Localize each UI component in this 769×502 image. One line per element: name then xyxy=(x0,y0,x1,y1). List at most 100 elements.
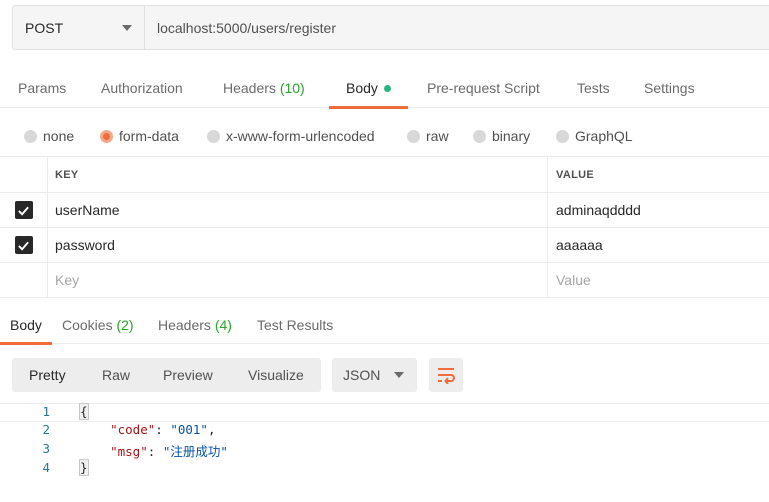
radio-binary[interactable]: binary xyxy=(473,118,530,154)
table-header-row: KEY VALUE xyxy=(0,157,769,193)
response-body-editor[interactable]: 1 { 2 "code": "001", 3 "msg": "注册成功" 4 } xyxy=(0,402,769,502)
radio-circle-icon xyxy=(473,129,486,143)
row-check-cell xyxy=(0,263,48,297)
json-close-brace: } xyxy=(79,459,89,476)
new-key-input[interactable]: Key xyxy=(48,263,548,297)
chevron-down-icon xyxy=(394,372,405,378)
format-label: JSON xyxy=(343,367,381,383)
body-indicator-dot-icon xyxy=(383,84,391,92)
row-checkbox[interactable] xyxy=(14,236,33,254)
checkmark-icon xyxy=(18,241,29,251)
tab-body[interactable]: Body xyxy=(329,68,408,109)
key-column-header: KEY xyxy=(48,157,548,192)
table-row: userName adminaqdddd xyxy=(0,193,769,228)
response-tabs: Body Cookies (2) Headers (4) Test Result… xyxy=(0,306,769,345)
view-mode-group: Pretty Raw Preview Visualize xyxy=(12,358,321,392)
body-type-selector: none form-data x-www-form-urlencoded raw… xyxy=(0,118,769,154)
value-column-header: VALUE xyxy=(556,168,594,181)
code-line: 1 { xyxy=(0,403,769,422)
cookies-count-badge: (2) xyxy=(116,317,134,333)
radio-raw[interactable]: raw xyxy=(407,118,449,154)
radio-x-www-form-urlencoded[interactable]: x-www-form-urlencoded xyxy=(207,118,375,154)
value-input[interactable]: aaaaaa xyxy=(548,228,769,262)
json-open-brace: { xyxy=(79,403,89,420)
url-input[interactable]: localhost:5000/users/register xyxy=(145,6,769,49)
url-bar: POST localhost:5000/users/register xyxy=(12,5,769,50)
line-number: 4 xyxy=(42,460,50,475)
radio-circle-icon xyxy=(24,129,37,143)
tab-tests[interactable]: Tests xyxy=(577,68,610,108)
radio-raw-label: raw xyxy=(426,128,449,144)
radio-circle-icon xyxy=(207,129,220,143)
code-text: "msg": "注册成功" xyxy=(110,444,228,459)
view-raw-button[interactable]: Raw xyxy=(102,358,130,392)
json-value-code: "001" xyxy=(170,422,208,437)
radio-graphql[interactable]: GraphQL xyxy=(556,118,633,154)
tab-test-results[interactable]: Test Results xyxy=(257,306,333,344)
chevron-down-icon xyxy=(122,24,132,31)
code-line: 4 } xyxy=(0,459,769,479)
view-preview-button[interactable]: Preview xyxy=(163,358,213,392)
line-number: 3 xyxy=(42,441,50,456)
format-select[interactable]: JSON xyxy=(332,358,417,392)
code-text: "code": "001", xyxy=(110,422,216,437)
json-key-code: "code" xyxy=(110,422,156,437)
code-text: } xyxy=(79,459,89,476)
tab-params[interactable]: Params xyxy=(18,68,66,108)
tab-settings[interactable]: Settings xyxy=(644,68,695,108)
line-number: 1 xyxy=(42,404,50,419)
row-check-cell xyxy=(0,228,48,262)
row-checkbox[interactable] xyxy=(14,201,33,219)
tab-cookies[interactable]: Cookies (2) xyxy=(62,306,134,344)
tab-authorization[interactable]: Authorization xyxy=(101,68,183,108)
json-key-msg: "msg" xyxy=(110,444,148,459)
radio-selected-icon xyxy=(100,129,113,143)
json-value-msg: "注册成功" xyxy=(162,444,228,459)
code-line: 3 "msg": "注册成功" xyxy=(0,441,769,460)
tab-response-headers-label: Headers xyxy=(158,317,211,333)
tab-headers-label: Headers xyxy=(223,80,276,96)
radio-form-data[interactable]: form-data xyxy=(100,118,179,154)
tab-response-headers[interactable]: Headers (4) xyxy=(158,306,232,344)
code-line: 2 "code": "001", xyxy=(0,422,769,441)
view-visualize-button[interactable]: Visualize xyxy=(248,358,304,392)
table-row: password aaaaaa xyxy=(0,228,769,263)
method-label: POST xyxy=(25,19,64,36)
row-check-cell xyxy=(0,193,48,227)
tab-prerequest-label: Pre-request Script xyxy=(427,80,540,96)
tab-authorization-label: Authorization xyxy=(101,80,183,96)
radio-form-data-label: form-data xyxy=(119,128,179,144)
code-text: { xyxy=(79,403,89,420)
tab-headers[interactable]: Headers (10) xyxy=(223,68,305,108)
request-tabs: Params Authorization Headers (10) Body P… xyxy=(0,68,769,109)
tab-params-label: Params xyxy=(18,80,67,96)
tab-body-label: Body xyxy=(346,80,378,96)
tab-prerequest-script[interactable]: Pre-request Script xyxy=(427,68,540,108)
tab-test-results-label: Test Results xyxy=(257,317,334,333)
tab-cookies-label: Cookies xyxy=(62,317,113,333)
headers-count-badge: (10) xyxy=(279,80,305,96)
header-check-cell xyxy=(0,157,48,192)
radio-none[interactable]: none xyxy=(24,118,74,154)
view-pretty-button[interactable]: Pretty xyxy=(29,358,66,392)
response-headers-count-badge: (4) xyxy=(214,317,232,333)
url-text: localhost:5000/users/register xyxy=(157,19,336,36)
table-row-new: Key Value xyxy=(0,263,769,298)
tab-response-body[interactable]: Body xyxy=(0,306,52,345)
key-input[interactable]: password xyxy=(48,228,548,262)
value-input[interactable]: adminaqdddd xyxy=(548,193,769,227)
radio-circle-icon xyxy=(556,129,569,143)
method-select[interactable]: POST xyxy=(13,6,145,49)
new-value-input[interactable]: Value xyxy=(548,263,769,297)
tab-tests-label: Tests xyxy=(577,80,610,96)
form-data-table: KEY VALUE userName adminaqdddd password … xyxy=(0,156,769,298)
radio-binary-label: binary xyxy=(492,128,531,144)
tab-settings-label: Settings xyxy=(644,80,695,96)
radio-none-label: none xyxy=(43,128,75,144)
tab-response-body-label: Body xyxy=(10,317,42,333)
radio-urlencoded-label: x-www-form-urlencoded xyxy=(226,128,375,144)
radio-circle-icon xyxy=(407,129,420,143)
key-input[interactable]: userName xyxy=(48,193,548,227)
line-number: 2 xyxy=(42,422,50,437)
wrap-lines-button[interactable] xyxy=(429,358,463,392)
